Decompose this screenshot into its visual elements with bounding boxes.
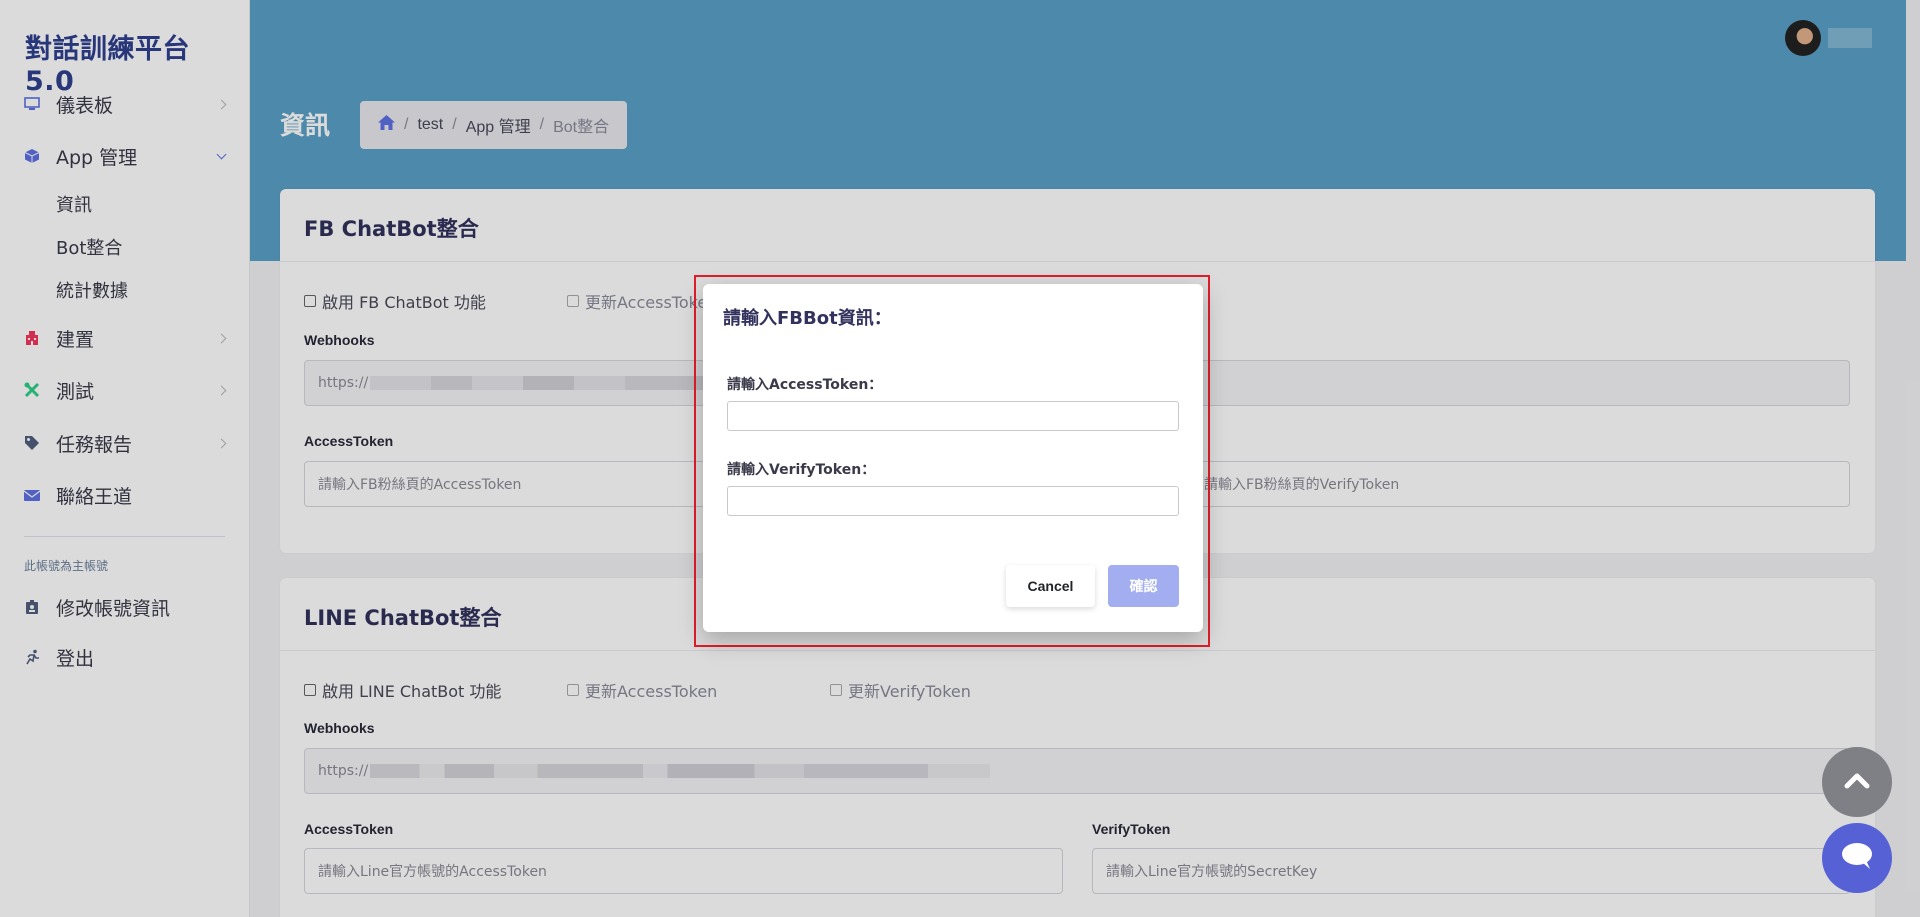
- access-token-label: 請輸入AccessToken：: [727, 377, 883, 393]
- dialog-title: 請輸入FBBot資訊：: [723, 308, 892, 329]
- access-token-input[interactable]: [727, 401, 1179, 431]
- fb-bot-info-dialog: 請輸入FBBot資訊： 請輸入AccessToken： 請輸入VerifyTok…: [703, 284, 1203, 632]
- chevron-up-icon: [1844, 771, 1870, 794]
- chat-bubble-icon: [1840, 841, 1874, 876]
- cancel-button[interactable]: Cancel: [1006, 565, 1095, 607]
- confirm-button[interactable]: 確認: [1108, 565, 1179, 607]
- verify-token-input[interactable]: [727, 486, 1179, 516]
- scroll-to-top-button[interactable]: [1822, 747, 1892, 817]
- verify-token-label: 請輸入VerifyToken：: [727, 462, 876, 478]
- chat-button[interactable]: [1822, 823, 1892, 893]
